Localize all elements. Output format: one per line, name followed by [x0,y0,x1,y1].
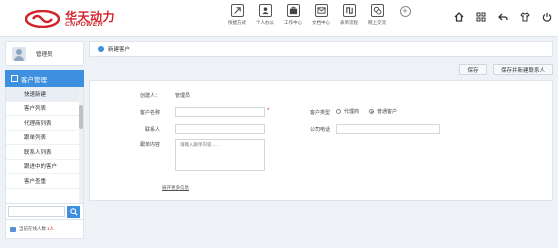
sidebar-item-followup-list[interactable]: 跟单列表 [6,131,83,145]
customer-name-label: 客户名称 [139,110,160,116]
contact-label: 联系人 [144,127,160,133]
header-tools [454,12,552,22]
sidebar: 管理员 客户管理 快速新建 客户列表 代理商列表 跟单列表 联系人列表 跟进中的… [5,41,84,244]
radio-label: 普通客户 [377,109,398,115]
sidebar-scrollbar[interactable] [79,87,83,203]
home-icon[interactable] [454,12,464,22]
user-name: 管理员 [36,51,53,58]
scrollbar-thumb[interactable] [79,105,83,129]
search-input[interactable] [8,206,65,217]
form-actions: 保存 保存并新建联系人 [459,64,553,75]
type-option-agent[interactable]: 代理商 [336,108,359,115]
nav-label: 工作中心 [284,20,302,25]
top-navigation: 快捷方式 个人办公 工作中心 文档中心 表单流程 网上交流 + [226,4,416,34]
menu-header-label: 客户管理 [21,76,47,84]
main-content: 新建客户 保存 保存并新建联系人 创建人： 管理员 客户名称 * 客户类型 代理… [89,41,553,201]
app-header: 华天动力 CNPOWER 快捷方式 个人办公 工作中心 文档中心 表单流程 网上… [0,0,558,37]
followup-textarea[interactable]: 请输入跟单内容...... [175,139,265,171]
sidebar-item-quick-create[interactable]: 快速新建 [6,87,83,102]
shortcut-icon [230,4,244,17]
person-icon [258,4,272,17]
briefcase-icon [286,4,300,17]
online-users[interactable]: 当前在线人数 1人 [5,220,84,239]
user-panel[interactable]: 管理员 [5,41,84,66]
nav-online-chat[interactable]: 网上交流 [366,4,388,34]
creator-label: 创建人： [139,93,160,99]
radio-normal[interactable] [369,109,374,114]
nav-label: 网上交流 [368,20,386,25]
customer-menu-icon [11,75,18,82]
company-phone-label: 公司电话 [309,127,330,133]
flow-icon [342,4,356,17]
grid-icon[interactable] [476,12,486,22]
new-customer-form: 创建人： 管理员 客户名称 * 客户类型 代理商 普通客户 联系人 公司电话 跟… [89,80,553,201]
back-icon[interactable] [498,12,508,22]
nav-label: 表单流程 [340,20,358,25]
tab-new-customer[interactable]: 新建客户 [108,45,130,53]
save-and-new-contact-button[interactable]: 保存并新建联系人 [493,64,553,75]
users-icon [10,226,16,232]
radio-label: 代理商 [344,109,360,115]
chat-icon [370,4,384,17]
avatar [12,46,26,61]
power-icon[interactable] [542,12,552,22]
type-option-normal[interactable]: 普通客户 [369,108,397,115]
online-count: 1人 [47,226,55,231]
save-button[interactable]: 保存 [459,64,487,75]
nav-add[interactable]: + [394,4,416,34]
nav-shortcut[interactable]: 快捷方式 [226,4,248,34]
nav-form-flow[interactable]: 表单流程 [338,4,360,34]
tab-bar: 新建客户 [89,41,553,57]
sidebar-item-customer-list[interactable]: 客户列表 [6,102,83,116]
nav-document-center[interactable]: 文档中心 [310,4,332,34]
sidebar-item-contact-list[interactable]: 联系人列表 [6,145,83,160]
brand-name-en: CNPOWER [65,21,104,28]
customer-type-label: 客户类型 [309,110,330,116]
sidebar-search [5,203,84,220]
nav-label: 文档中心 [312,20,330,25]
search-button[interactable] [67,205,80,218]
company-phone-input[interactable] [336,124,440,134]
followup-label: 跟单内容 [139,142,160,148]
creator-value: 管理员 [175,93,191,99]
sidebar-item-customer-dedup[interactable]: 客户查重 [6,174,83,189]
nav-label: 个人办公 [256,20,274,25]
contact-input[interactable] [175,124,265,134]
document-icon [314,4,328,17]
shirt-icon[interactable] [520,12,530,22]
radio-agent[interactable] [336,109,341,114]
required-mark: * [267,108,270,114]
customer-name-input[interactable] [175,107,265,117]
logo-mark-icon [25,10,60,28]
plus-icon: + [399,6,411,17]
nav-work-center[interactable]: 工作中心 [282,4,304,34]
sidebar-item-agent-list[interactable]: 代理商列表 [6,116,83,131]
brand-logo[interactable]: 华天动力 CNPOWER [25,8,135,30]
nav-label: 快捷方式 [228,20,246,25]
online-label: 当前在线人数 [19,226,46,231]
expand-more-link[interactable]: 展开更多信息 [162,185,189,191]
menu-header-customer-management[interactable]: 客户管理 [5,70,84,87]
nav-personal-office[interactable]: 个人办公 [254,4,276,34]
search-icon [69,207,78,216]
menu-list: 快速新建 客户列表 代理商列表 跟单列表 联系人列表 跟进中的客户 客户查重 [5,87,84,203]
sidebar-item-following-customers[interactable]: 跟进中的客户 [6,160,83,174]
tab-dot-icon [98,46,104,52]
